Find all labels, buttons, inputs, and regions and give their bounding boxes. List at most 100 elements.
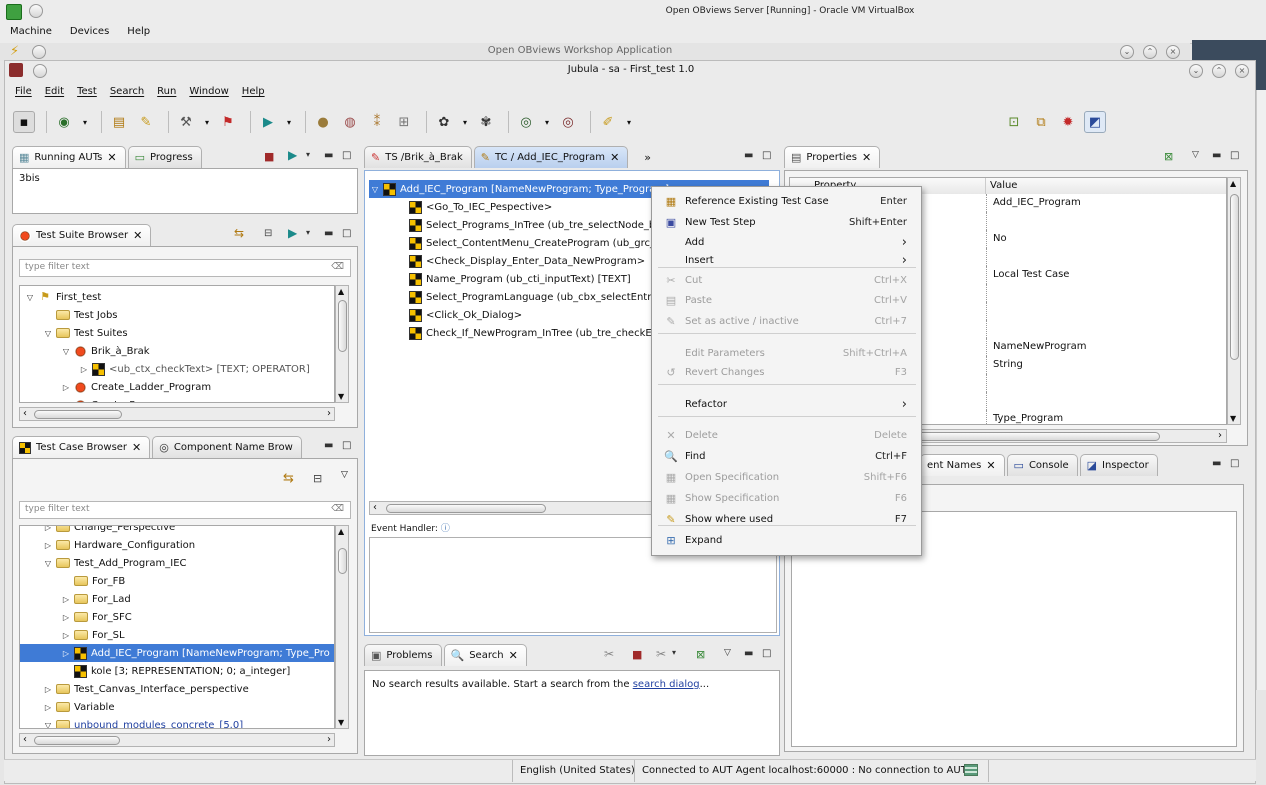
maximize-view-icon[interactable]: □: [762, 648, 771, 659]
virtualbox-menu-machine[interactable]: Machine: [0, 24, 60, 42]
tree-item[interactable]: ▽ Test Suites: [20, 324, 334, 342]
edit-perspective-icon[interactable]: ◩: [1084, 111, 1106, 133]
chevron-down-icon[interactable]: ▾: [672, 648, 676, 657]
scroll-thumb[interactable]: [34, 410, 122, 419]
menu-item-paste[interactable]: ▤ Paste Ctrl+V: [652, 291, 921, 310]
scroll-thumb[interactable]: [338, 548, 347, 574]
scroll-left-icon[interactable]: ‹: [23, 734, 27, 745]
expanded-arrow-icon[interactable]: ▽: [369, 185, 381, 194]
chevron-down-icon[interactable]: ▾: [284, 111, 294, 133]
menu-file[interactable]: File: [15, 86, 32, 97]
tab-problems[interactable]: ▣ Problems: [364, 644, 442, 666]
save-icon[interactable]: ▪: [13, 111, 35, 133]
tab-tc-add-iec-program[interactable]: ✎ TC / Add_IEC_Program ✕: [473, 146, 629, 168]
maximize-view-icon[interactable]: □: [342, 440, 351, 451]
tree-item[interactable]: ▷ Create_Ladder_Program: [20, 378, 334, 396]
start-aut-icon[interactable]: ◉: [53, 111, 75, 133]
minimize-view-icon[interactable]: ▬: [744, 150, 753, 161]
tree-item[interactable]: ▽ unbound_modules_concrete_[5.0]: [20, 716, 334, 729]
menu-item-set-as-active-inactive[interactable]: ✎ Set as active / inactive Ctrl+7: [652, 312, 921, 331]
tab-test-case-browser[interactable]: Test Case Browser ✕: [12, 436, 151, 458]
virtualbox-menu-icon[interactable]: [29, 4, 43, 18]
scroll-down-icon[interactable]: ▼: [338, 392, 344, 401]
jubula-minimize-button[interactable]: ⌄: [1189, 64, 1203, 78]
list-item[interactable]: 3bis: [19, 173, 351, 184]
execution-perspective-icon[interactable]: ✹: [1057, 111, 1079, 133]
menu-edit[interactable]: Edit: [45, 86, 64, 97]
stop-mapping-icon[interactable]: ◎: [557, 111, 579, 133]
link-with-editor-icon[interactable]: ⇆: [283, 471, 294, 486]
chevron-down-icon[interactable]: ▾: [542, 111, 552, 133]
workshop-menu-icon[interactable]: [32, 45, 46, 59]
tab-component-names[interactable]: ent Names ✕: [920, 454, 1005, 476]
link-with-editor-icon[interactable]: ⇆: [234, 226, 244, 240]
minimize-view-icon[interactable]: ▬: [1212, 458, 1221, 469]
chevron-down-icon[interactable]: ▾: [80, 111, 90, 133]
stop-search-icon[interactable]: ■: [632, 648, 642, 661]
tree-item[interactable]: ▷ For_Lad: [20, 590, 334, 608]
tree-item[interactable]: ▷ For_SFC: [20, 608, 334, 626]
collapsed-arrow-icon[interactable]: ▷: [42, 685, 54, 694]
tree-item[interactable]: ▷ Add_IEC_Program [NameNewProgram; Type_P…: [20, 644, 334, 662]
tab-test-suite-browser[interactable]: Test Suite Browser ✕: [12, 224, 152, 246]
tree-item[interactable]: ▷ Test_Canvas_Interface_perspective: [20, 680, 334, 698]
tab-progress[interactable]: ▭ Progress: [127, 146, 202, 168]
expanded-arrow-icon[interactable]: ▽: [42, 329, 54, 338]
tab-console[interactable]: ▭ Console: [1006, 454, 1078, 476]
test-case-vscrollbar[interactable]: ▲ ▼: [335, 525, 349, 729]
tab-component-name-browser[interactable]: ◎ Component Name Brow: [152, 436, 302, 458]
pin-view-icon[interactable]: ⊠: [696, 648, 705, 661]
expanded-arrow-icon[interactable]: ▽: [42, 721, 54, 729]
expanded-arrow-icon[interactable]: ▽: [42, 559, 54, 568]
workshop-maximize-button[interactable]: ⌃: [1143, 45, 1157, 59]
tree-item[interactable]: ▷ Variable: [20, 698, 334, 716]
pin-view-icon[interactable]: ⊠: [1164, 150, 1173, 163]
stop-test-icon[interactable]: ◍: [339, 111, 361, 133]
collapsed-arrow-icon[interactable]: ▷: [60, 401, 72, 403]
disconnect-agent-icon[interactable]: ⚑: [217, 111, 239, 133]
minimize-view-icon[interactable]: ▬: [744, 648, 753, 659]
tree-item[interactable]: kole [3; REPRESENTATION; 0; a_integer]: [20, 662, 334, 680]
menu-item-add[interactable]: Add ›: [652, 233, 921, 252]
close-icon[interactable]: ✕: [986, 459, 995, 472]
tab-ts-brik-a-brak[interactable]: ✎ TS /Brik_à_Brak: [364, 146, 472, 168]
collapsed-arrow-icon[interactable]: ▷: [42, 703, 54, 712]
tree-item[interactable]: Test Jobs: [20, 306, 334, 324]
pause-test-icon[interactable]: ●: [312, 111, 334, 133]
pick-component-icon[interactable]: ✐: [597, 111, 619, 133]
close-icon[interactable]: ✕: [610, 151, 619, 164]
stop-aut-icon[interactable]: ■: [264, 150, 274, 163]
tree-item[interactable]: ▷ <ub_ctx_checkText> [TEXT; OPERATOR]: [20, 360, 334, 378]
menu-help[interactable]: Help: [242, 86, 265, 97]
map-component-icon[interactable]: ✎: [135, 111, 157, 133]
menu-window[interactable]: Window: [189, 86, 228, 97]
tree-item[interactable]: ▷ Create_Programs: [20, 396, 334, 403]
test-case-filter-input[interactable]: type filter text ⌫: [19, 501, 351, 519]
collapsed-arrow-icon[interactable]: ▷: [60, 383, 72, 392]
chevron-down-icon[interactable]: ▾: [306, 150, 310, 159]
maximize-view-icon[interactable]: □: [1230, 458, 1239, 469]
scroll-up-icon[interactable]: ▲: [1230, 179, 1236, 188]
menu-test[interactable]: Test: [77, 86, 97, 97]
tree-item[interactable]: ▽ Brik_à_Brak: [20, 342, 334, 360]
menu-search[interactable]: Search: [110, 86, 144, 97]
menu-item-show-specification[interactable]: ▦ Show Specification F6: [652, 489, 921, 508]
clear-filter-icon[interactable]: ⌫: [331, 262, 344, 272]
collapsed-arrow-icon[interactable]: ▷: [60, 595, 72, 604]
jubula-close-button[interactable]: ×: [1235, 64, 1249, 78]
search-dialog-link[interactable]: search dialog: [633, 679, 700, 690]
tree-item[interactable]: ▽ Test_Add_Program_IEC: [20, 554, 334, 572]
remove-results-icon[interactable]: ✂: [604, 647, 614, 661]
view-menu-icon[interactable]: ▽: [1192, 150, 1199, 160]
spec-perspective-icon[interactable]: ⧉: [1030, 111, 1052, 133]
collapse-all-icon[interactable]: ⊟: [264, 228, 272, 239]
scroll-thumb[interactable]: [386, 504, 546, 513]
chevron-down-icon[interactable]: ▾: [460, 111, 470, 133]
virtualbox-menu-help[interactable]: Help: [117, 24, 158, 42]
chevron-down-icon[interactable]: ▾: [624, 111, 634, 133]
scroll-left-icon[interactable]: ‹: [23, 408, 27, 419]
close-icon[interactable]: ✕: [107, 151, 116, 164]
collapsed-arrow-icon[interactable]: ▷: [60, 631, 72, 640]
menu-item-reference-existing-test-case[interactable]: ▦ Reference Existing Test Case Enter: [652, 192, 921, 211]
collapse-all-icon[interactable]: ⊟: [313, 472, 322, 485]
